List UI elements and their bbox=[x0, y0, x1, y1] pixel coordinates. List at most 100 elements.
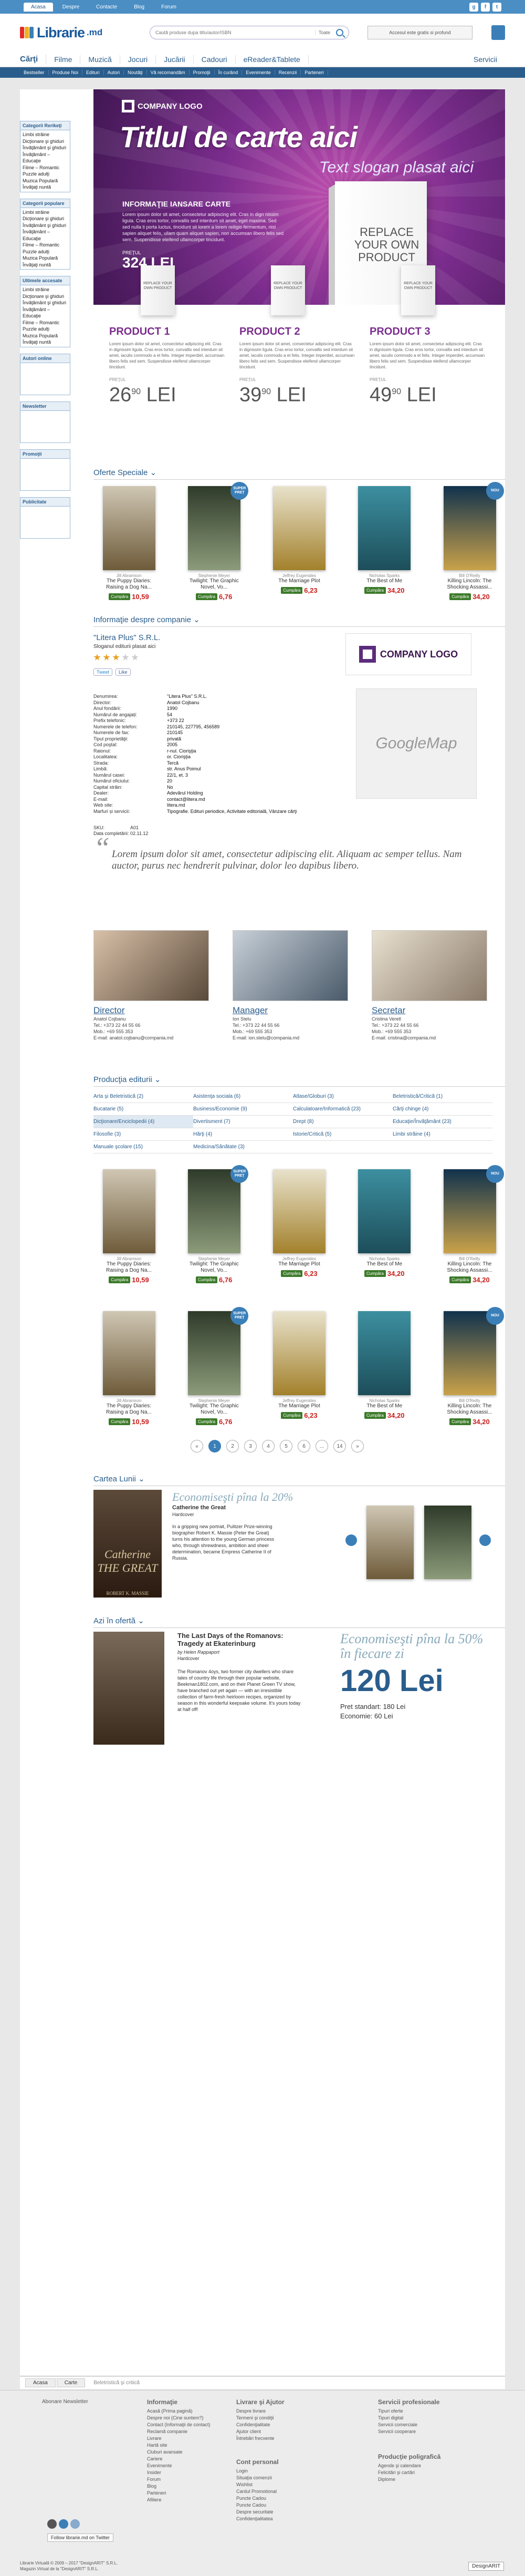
book-cover[interactable] bbox=[93, 1632, 164, 1745]
product-card[interactable]: REPLACE YOUR OWN PRODUCT PRODUCT 3 Lorem i… bbox=[370, 265, 485, 405]
search-category-select[interactable]: Toate bbox=[314, 30, 333, 35]
sidebar-link[interactable]: Învăţământ – Educaţie bbox=[20, 306, 70, 320]
book-card[interactable]: Jill Abramson The Puppy Diaries: Raising … bbox=[99, 1169, 159, 1284]
staff-mail[interactable]: E-mail: cristina@compania.md bbox=[372, 1035, 487, 1041]
book-card[interactable]: SUPER PREȚ Stephenie Meyer Twilight: The G… bbox=[184, 1307, 249, 1426]
footer-link[interactable]: Livrare bbox=[147, 2435, 211, 2442]
category-link[interactable]: Asistenţa sociala (6) bbox=[193, 1090, 293, 1103]
site-logo[interactable]: Librarie .md bbox=[20, 25, 102, 41]
subnav-item[interactable]: Vă recomandăm bbox=[147, 70, 190, 75]
nav-books[interactable]: Cărţi bbox=[20, 55, 47, 64]
page-button[interactable]: 4 bbox=[262, 1440, 275, 1452]
buy-button[interactable]: Cumpăra bbox=[196, 1276, 218, 1283]
top-link-home[interactable]: Acasa bbox=[24, 2, 53, 12]
book-card[interactable]: NOU Bill O'Reilly Killing Lincoln: The Sho… bbox=[439, 1165, 504, 1284]
book-card[interactable]: NOU Bill O'Reilly Killing Lincoln: The Sho… bbox=[439, 1307, 504, 1426]
sidebar-link[interactable]: Dicţionare şi ghiduri bbox=[20, 215, 70, 222]
nav-toys[interactable]: Jucării bbox=[156, 55, 194, 64]
section-special-offers[interactable]: Oferte Speciale ⌄ bbox=[93, 468, 505, 480]
footer-link[interactable]: Agende şi calendare bbox=[378, 2462, 440, 2469]
footer-link[interactable]: Login bbox=[236, 2468, 279, 2475]
sidebar-box-title[interactable]: Publicitate bbox=[20, 497, 70, 507]
search-icon[interactable] bbox=[336, 29, 343, 36]
footer-link[interactable]: Evenimente bbox=[147, 2462, 211, 2469]
footer-link[interactable]: Puncte Cadou bbox=[236, 2495, 279, 2502]
buy-button[interactable]: Cumpăra bbox=[196, 593, 218, 600]
sidebar-box-title[interactable]: Categorii Rerikeţi bbox=[20, 121, 70, 130]
footer-link[interactable]: Termeni şi condiţii bbox=[236, 2415, 285, 2422]
footer-link[interactable]: Servicii cooperare bbox=[378, 2428, 439, 2435]
book-title[interactable]: The Puppy Diaries: Raising a Dog Na... bbox=[99, 578, 159, 591]
book-title[interactable]: Twilight: The Graphic Novel, Vo... bbox=[184, 1261, 244, 1274]
book-card[interactable]: Jeffrey Eugenides The Marriage Plot Cumpăr… bbox=[269, 486, 330, 601]
top-link-contacts[interactable]: Contacte bbox=[89, 3, 124, 12]
staff-mail[interactable]: E-mail: anatol.cojbanu@compania.md bbox=[93, 1035, 209, 1041]
footer-link[interactable]: Ajutor client bbox=[236, 2428, 285, 2435]
footer-link[interactable]: Hartă site bbox=[147, 2442, 211, 2449]
book-title[interactable]: The Marriage Plot bbox=[269, 578, 330, 584]
book-title[interactable]: The Marriage Plot bbox=[269, 1261, 330, 1268]
footer-link[interactable]: Parteneri bbox=[147, 2490, 211, 2497]
book-cover[interactable] bbox=[102, 486, 155, 570]
staff-role[interactable]: Secretar bbox=[372, 1005, 487, 1016]
sidebar-link[interactable]: Învăţământ – Educaţie bbox=[20, 229, 70, 242]
sidebar-link[interactable]: Dicţionare şi ghiduri bbox=[20, 138, 70, 145]
buy-button[interactable]: Cumpăra bbox=[449, 1418, 471, 1425]
top-link-blog[interactable]: Blog bbox=[127, 3, 152, 12]
social-icon[interactable] bbox=[70, 2519, 80, 2529]
sidebar-link[interactable]: Învăţământ şi ghiduri bbox=[20, 145, 70, 151]
book-cover[interactable] bbox=[187, 1311, 240, 1395]
book-cover[interactable] bbox=[358, 486, 411, 570]
sidebar-link[interactable]: Învăţaţi nuntă bbox=[20, 184, 70, 191]
buy-button[interactable]: Cumpăra bbox=[281, 1412, 303, 1419]
book-title[interactable]: Killing Lincoln: The Shocking Assassi... bbox=[439, 1403, 500, 1416]
category-link[interactable]: Arta şi Beletristică (2) bbox=[93, 1090, 193, 1103]
buy-button[interactable]: Cumpăra bbox=[196, 1418, 218, 1425]
category-link[interactable]: Business/Economie (9) bbox=[193, 1103, 293, 1116]
footer-link[interactable]: Cardul Promotional bbox=[236, 2488, 279, 2495]
product-card[interactable]: REPLACE YOUR OWN PRODUCT PRODUCT 2 Lorem i… bbox=[239, 265, 355, 405]
subnav-item[interactable]: Edituri bbox=[82, 70, 104, 75]
sidebar-link[interactable]: Învăţământ şi ghiduri bbox=[20, 222, 70, 229]
sidebar-link[interactable]: Muzica Populară bbox=[20, 178, 70, 184]
book-title[interactable]: Twilight: The Graphic Novel, Vo... bbox=[184, 578, 244, 591]
section-production[interactable]: Producţia editurii ⌄ bbox=[93, 1075, 505, 1087]
sidebar-box-title[interactable]: Promoţii bbox=[20, 449, 70, 459]
buy-button[interactable]: Cumpăra bbox=[281, 587, 303, 594]
book-title[interactable]: The Puppy Diaries: Raising a Dog Na... bbox=[99, 1261, 159, 1274]
top-link-about[interactable]: Despre bbox=[55, 3, 87, 12]
book-card[interactable]: SUPER PREȚ Stephenie Meyer Twilight: The G… bbox=[184, 1165, 249, 1284]
category-link[interactable]: Divertisment (7) bbox=[193, 1116, 293, 1128]
book-title[interactable]: The Best of Me bbox=[354, 578, 415, 584]
sidebar-box-title[interactable]: Categorii populare bbox=[20, 199, 70, 208]
page-button[interactable]: 14 bbox=[333, 1440, 346, 1452]
footer-link[interactable]: Contact (Informaţii de contact) bbox=[147, 2422, 211, 2428]
subnav-item[interactable]: Recenzii bbox=[275, 70, 301, 75]
sidebar-box-title[interactable]: Autori online bbox=[20, 354, 70, 363]
category-link[interactable]: Istorie/Critică (5) bbox=[293, 1128, 393, 1141]
facebook-icon[interactable]: f bbox=[481, 2, 490, 12]
section-company-info[interactable]: Informaţie despre companie ⌄ bbox=[93, 615, 505, 627]
book-card[interactable]: SUPER PREȚ Stephenie Meyer Twilight: The G… bbox=[184, 482, 249, 601]
footer-link[interactable]: Servicii comerciale bbox=[378, 2422, 439, 2428]
page-button[interactable]: 1 bbox=[208, 1440, 221, 1452]
book-card[interactable]: Jeffrey Eugenides The Marriage Plot Cumpăr… bbox=[269, 1169, 330, 1284]
sidebar-link[interactable]: Învăţământ şi ghiduri bbox=[20, 300, 70, 306]
footer-link[interactable]: Cariere bbox=[147, 2456, 211, 2462]
category-link[interactable]: Calculatoare/Informatică (23) bbox=[293, 1103, 393, 1116]
book-title[interactable]: Catherine the Great bbox=[172, 1505, 226, 1511]
sidebar-link[interactable]: Muzica Populară bbox=[20, 333, 70, 339]
category-link[interactable]: Filosofie (3) bbox=[93, 1128, 193, 1141]
buy-button[interactable]: Cumpăra bbox=[281, 1270, 303, 1277]
cart-icon[interactable] bbox=[491, 25, 505, 40]
book-cover[interactable] bbox=[273, 1311, 326, 1395]
product-card[interactable]: REPLACE YOUR OWN PRODUCT PRODUCT 1 Lorem i… bbox=[109, 265, 225, 405]
buy-button[interactable]: Cumpăra bbox=[364, 1270, 386, 1277]
sidebar-link[interactable]: Învăţaţi nuntă bbox=[20, 262, 70, 269]
footer-link[interactable]: Afiliere bbox=[147, 2497, 211, 2503]
staff-mail[interactable]: E-mail: ion.stelu@compania.md bbox=[233, 1035, 348, 1041]
chevron-right-icon[interactable] bbox=[479, 1534, 491, 1546]
footer-link[interactable]: Insider bbox=[147, 2469, 211, 2476]
nav-services[interactable]: Servicii bbox=[466, 55, 505, 64]
sidebar-link[interactable]: Puzzle adulţi bbox=[20, 171, 70, 178]
